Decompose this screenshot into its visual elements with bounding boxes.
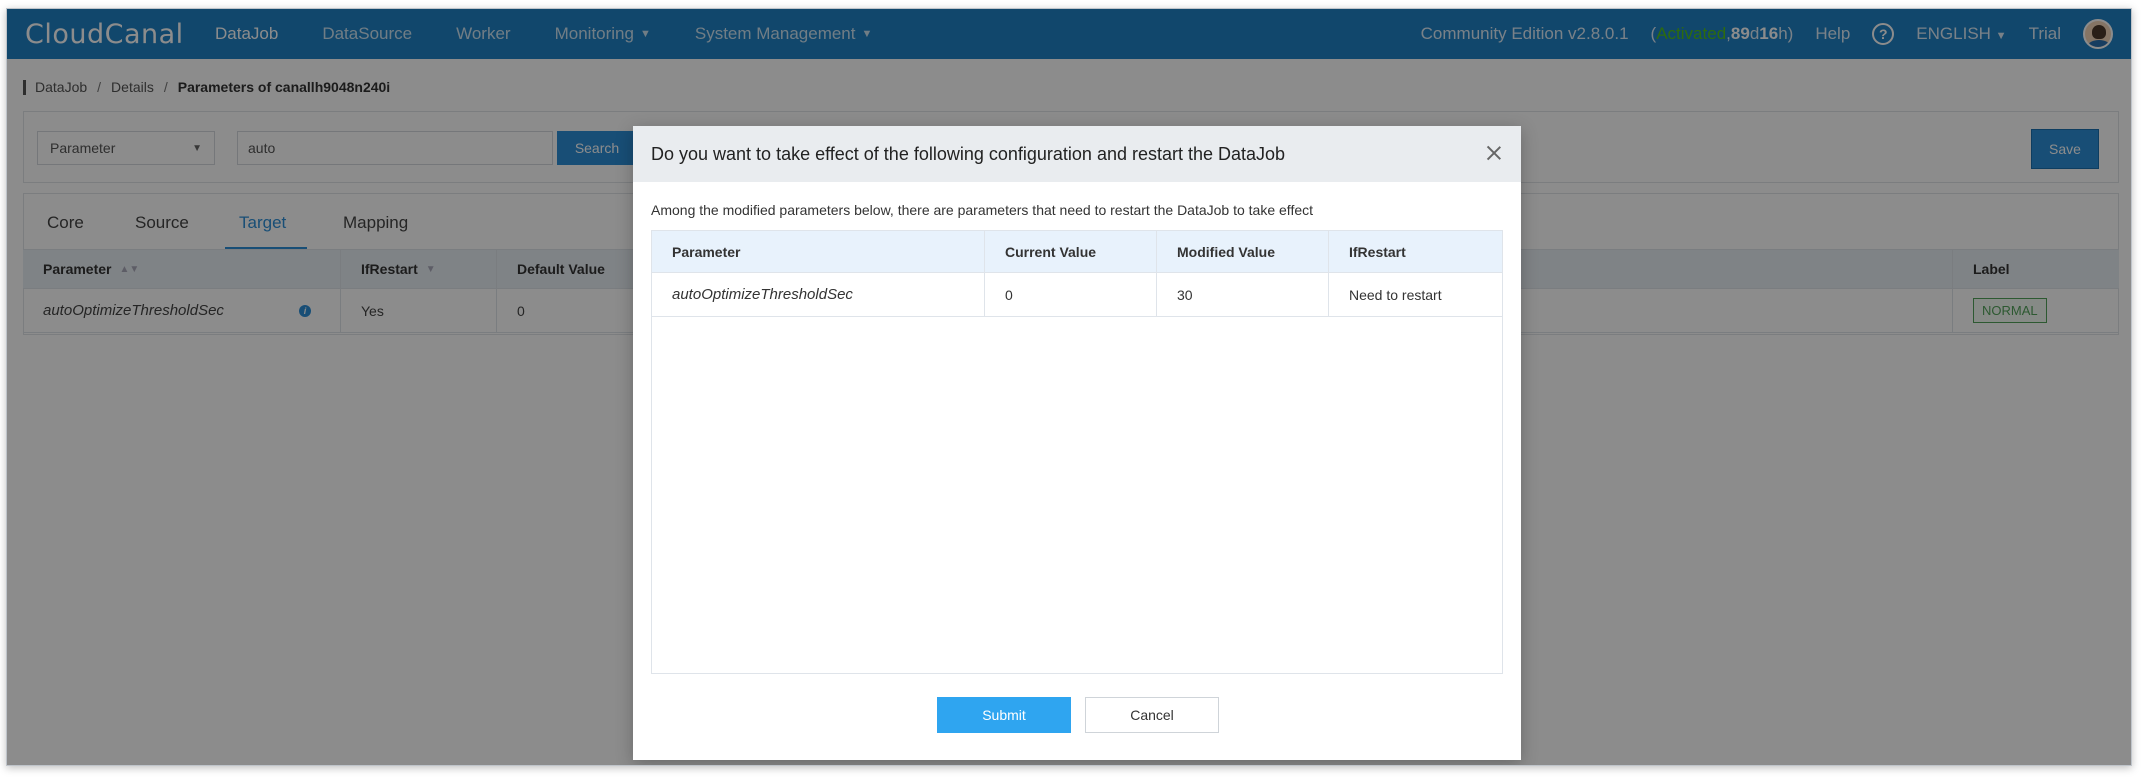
restart-confirm-dialog: Do you want to take effect of the follow… (633, 126, 1521, 760)
modified-params-table: Parameter Current Value Modified Value I… (651, 230, 1503, 674)
submit-button[interactable]: Submit (937, 697, 1071, 733)
table-row: autoOptimizeThresholdSec 0 30 Need to re… (652, 273, 1502, 317)
cell-ifrestart: Need to restart (1349, 286, 1442, 303)
cell-current-value: 0 (985, 273, 1157, 316)
dialog-header: Do you want to take effect of the follow… (633, 126, 1521, 182)
header-ifrestart: IfRestart (1349, 243, 1406, 260)
app-window: CloudCanal DataJob DataSource Worker Mon… (6, 8, 2132, 766)
cell-parameter: autoOptimizeThresholdSec (652, 273, 985, 316)
dialog-title: Do you want to take effect of the follow… (651, 143, 1286, 164)
header-modified-value: Modified Value (1157, 231, 1329, 272)
close-icon[interactable] (1485, 144, 1503, 162)
dialog-description: Among the modified parameters below, the… (651, 202, 1314, 218)
header-current-value: Current Value (985, 231, 1157, 272)
table-header: Parameter Current Value Modified Value I… (652, 231, 1502, 273)
header-parameter: Parameter (652, 231, 985, 272)
cell-modified-value: 30 (1157, 273, 1329, 316)
cancel-button[interactable]: Cancel (1085, 697, 1219, 733)
